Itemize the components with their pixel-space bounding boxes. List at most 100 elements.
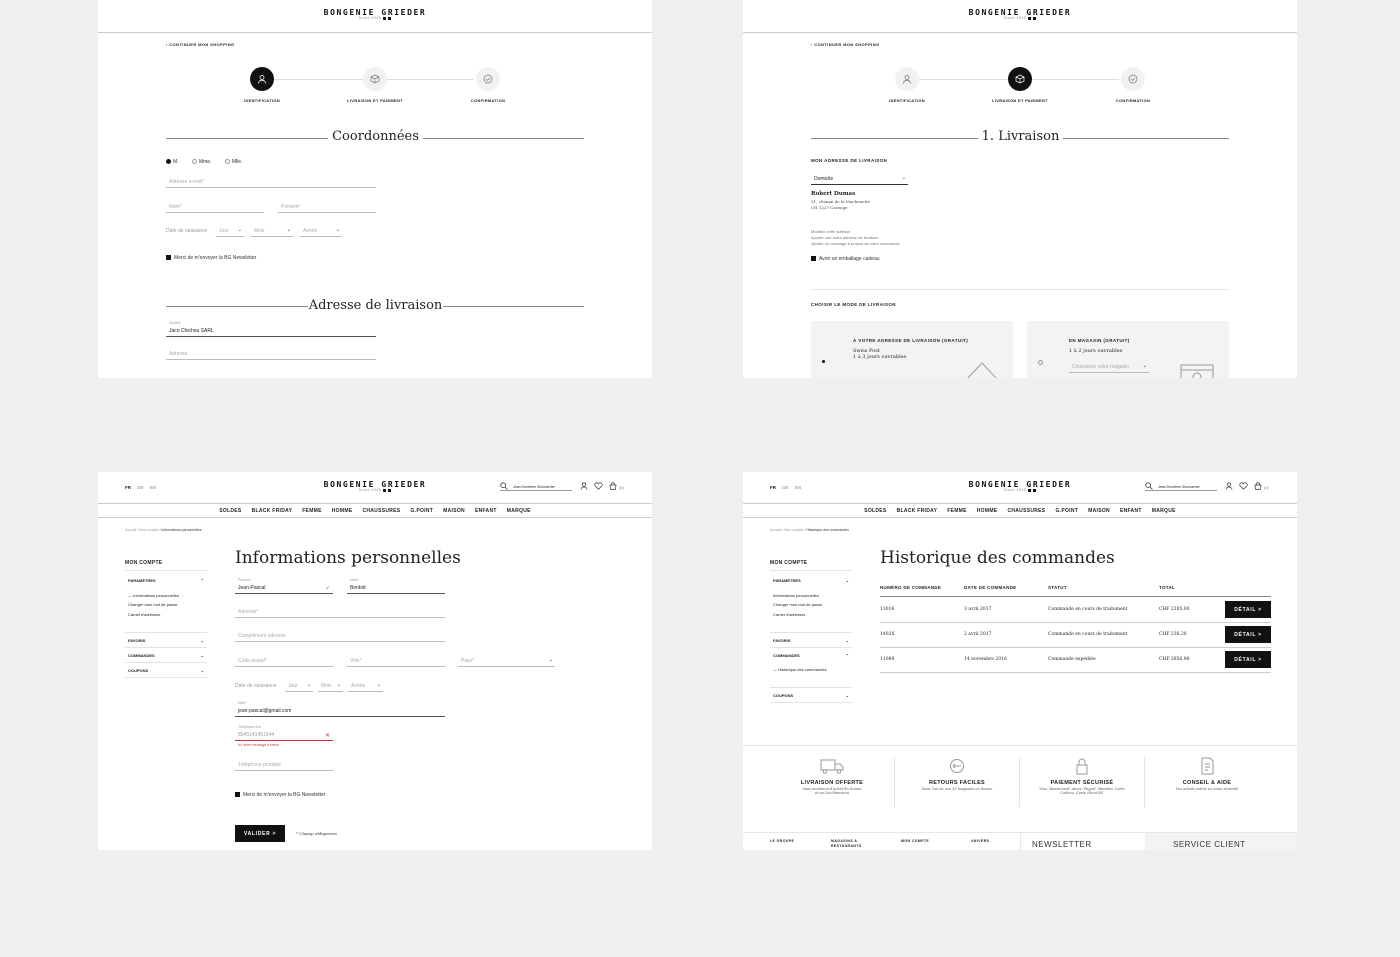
nav-enfant[interactable]: ENFANT [475,508,497,514]
gift-wrap-checkbox[interactable]: Avoir un emballage cadeau [811,256,880,262]
delivery-option-store[interactable]: EN MAGASIN (GRATUIT) 1 à 2 jours ouvrabl… [1027,321,1229,378]
store-select[interactable]: Choisissez votre magasin ⌄ [1069,363,1149,373]
year-select[interactable]: Année ⌄ [300,227,342,237]
day-select[interactable]: Jour ⌄ [285,682,313,692]
brand-sub: Since 1905 [1003,488,1027,492]
sidebar-item-infos[interactable]: Informations personnelles [773,593,819,598]
nav-homme[interactable]: HOMME [332,508,353,514]
company-field[interactable]: Société Jaco Chichou SARL [166,321,376,337]
nav-femme[interactable]: FEMME [302,508,322,514]
sidebar-item-infos[interactable]: — Informations personnelles [128,593,179,598]
nav-chaussures[interactable]: CHAUSSURES [362,508,400,514]
newsletter-checkbox[interactable]: Merci de m'envoyer la BG Newsletter [166,255,256,261]
truck-icon [820,759,844,774]
nav-chaussures[interactable]: CHAUSSURES [1007,508,1045,514]
footer-link-magasins[interactable]: MAGASINS & RESTAURANTS [831,839,871,849]
footer-service-client[interactable]: SERVICE CLIENT [1173,840,1246,849]
main-nav: SOLDES BLACK FRIDAY FEMME HOMME CHAUSSURES G.… [98,508,652,514]
account-icon[interactable] [580,482,588,490]
search-input[interactable]: Jean Dorothee Shumacher [500,482,572,491]
address-field[interactable]: Adresse* [235,608,445,618]
newsletter-checkbox[interactable]: Merci de m'envoyer la BG Newsletter [235,792,325,798]
user-icon [903,75,911,84]
address2-field[interactable]: Complément adresse [235,632,445,642]
brand-logo[interactable]: BONGENIE GRIEDER Since 1905 [743,8,1297,20]
nav-black-friday[interactable]: BLACK FRIDAY [252,508,293,514]
year-select[interactable]: Année ⌄ [348,682,383,692]
civility-radio-group[interactable]: M. Mme. Mlle. [166,159,242,165]
nav-soldes[interactable]: SOLDES [219,508,241,514]
email-field[interactable]: Adresse e-mail* [166,178,376,188]
sidebar-commandes[interactable]: COMMANDES ⌄ [128,653,204,658]
mobile-field[interactable]: Téléphone portable [235,761,333,771]
day-select[interactable]: Jour ⌄ [216,227,244,237]
heart-icon[interactable] [594,482,603,490]
step-label: LIVRAISON ET PAIEMENT [992,98,1048,103]
order-detail-button[interactable]: DÉTAIL > [1225,626,1271,643]
account-orders-panel: FR DE EN BONGENIE GRIEDER Since 1905 Jea… [743,472,1297,850]
heart-icon[interactable] [1239,482,1248,490]
city-field[interactable]: Ville* [347,657,445,667]
step-label: LIVRAISON ET PAIEMENT [347,98,403,103]
lastname-field[interactable]: Nom* [166,203,264,213]
nav-black-friday[interactable]: BLACK FRIDAY [897,508,938,514]
sidebar-coupons[interactable]: COUPONS ⌄ [128,668,204,673]
sidebar-commandes[interactable]: COMMANDES ⌃ [773,653,849,658]
delivery-option-home[interactable]: À VOTRE ADRESSE DE LIVRAISON (GRATUIT) S… [811,321,1013,378]
footer-link-univers[interactable]: UNIVERS [971,839,989,843]
footer-link-groupe[interactable]: LE GROUPE [770,839,794,843]
section-title: Coordonnées [332,129,419,144]
footer-link-compte[interactable]: MON COMPTE [901,839,929,843]
page-title: Informations personnelles [235,548,461,568]
brand-sub: Since 1905 [358,488,382,492]
search-input[interactable]: Jean Dorothee Shumacher [1145,482,1217,491]
nav-maison[interactable]: MAISON [1088,508,1110,514]
submit-button[interactable]: VALIDER > [235,825,285,842]
brand-sub: Since 1905 [1003,16,1027,20]
email-field[interactable]: Mail* jean-pascal@gmail.com [235,701,445,717]
phone-field[interactable]: Téléphone fixe 8045141451544 ✕ [235,725,333,741]
nav-gpoint[interactable]: G.POINT [410,508,433,514]
continue-shopping-link[interactable]: ‹ CONTINUER MON SHOPPING [811,42,880,47]
firstname-field[interactable]: Prénom* Jean-Pascal ✓ [235,578,333,594]
sidebar-item-addresses[interactable]: Carnet d'adresses [773,612,805,617]
sidebar-parametres[interactable]: PARAMÈTRES ⌃ [128,578,204,583]
sidebar-item-password[interactable]: Changer mon mot de passe [128,602,177,607]
nav-marque[interactable]: MARQUE [1152,508,1176,514]
brand-logo[interactable]: BONGENIE GRIEDER Since 1905 [98,8,652,20]
sidebar-item-password[interactable]: Changer mon mot de passe [773,602,822,607]
valid-check-icon: ✓ [324,586,330,592]
step-delivery [1008,67,1032,91]
brand-sub: Since 1905 [358,16,382,20]
nav-femme[interactable]: FEMME [947,508,967,514]
nav-marque[interactable]: MARQUE [507,508,531,514]
account-icon[interactable] [1225,482,1233,490]
sidebar-parametres[interactable]: PARAMÈTRES ⌄ [773,578,849,583]
sidebar-favoris[interactable]: FAVORIS ⌄ [773,638,849,643]
add-message-link[interactable]: Ajouter un message à propos de votre com… [811,241,900,247]
nav-homme[interactable]: HOMME [977,508,998,514]
footer-newsletter[interactable]: NEWSLETTER [1032,840,1092,849]
cart-icon[interactable] [1254,482,1262,490]
country-select[interactable]: Pays* ⌄ [458,657,555,667]
sidebar-favoris[interactable]: FAVORIS ⌄ [128,638,204,643]
sidebar-item-orders[interactable]: — Historique des commandes [773,667,827,672]
sidebar-item-addresses[interactable]: Carnet d'adresses [128,612,160,617]
nav-gpoint[interactable]: G.POINT [1055,508,1078,514]
address-select[interactable]: Domicile ⌄ [811,175,908,185]
continue-shopping-link[interactable]: ‹ CONTINUER MON SHOPPING [166,42,235,47]
month-select[interactable]: Mois ⌄ [318,682,343,692]
nav-soldes[interactable]: SOLDES [864,508,886,514]
firstname-field[interactable]: Prénom* [278,203,376,213]
house-icon [967,362,997,378]
order-detail-button[interactable]: DÉTAIL > [1225,651,1271,668]
nav-enfant[interactable]: ENFANT [1120,508,1142,514]
cart-icon[interactable] [609,482,617,490]
month-select[interactable]: Mois ⌄ [251,227,293,237]
address-field[interactable]: Adresse [166,350,376,360]
lastname-field[interactable]: Nom* Bonbid [347,578,445,594]
nav-maison[interactable]: MAISON [443,508,465,514]
zip-field[interactable]: Code postal* [235,657,333,667]
order-detail-button[interactable]: DÉTAIL > [1225,601,1271,618]
sidebar-coupons[interactable]: COUPONS ⌄ [773,693,849,698]
